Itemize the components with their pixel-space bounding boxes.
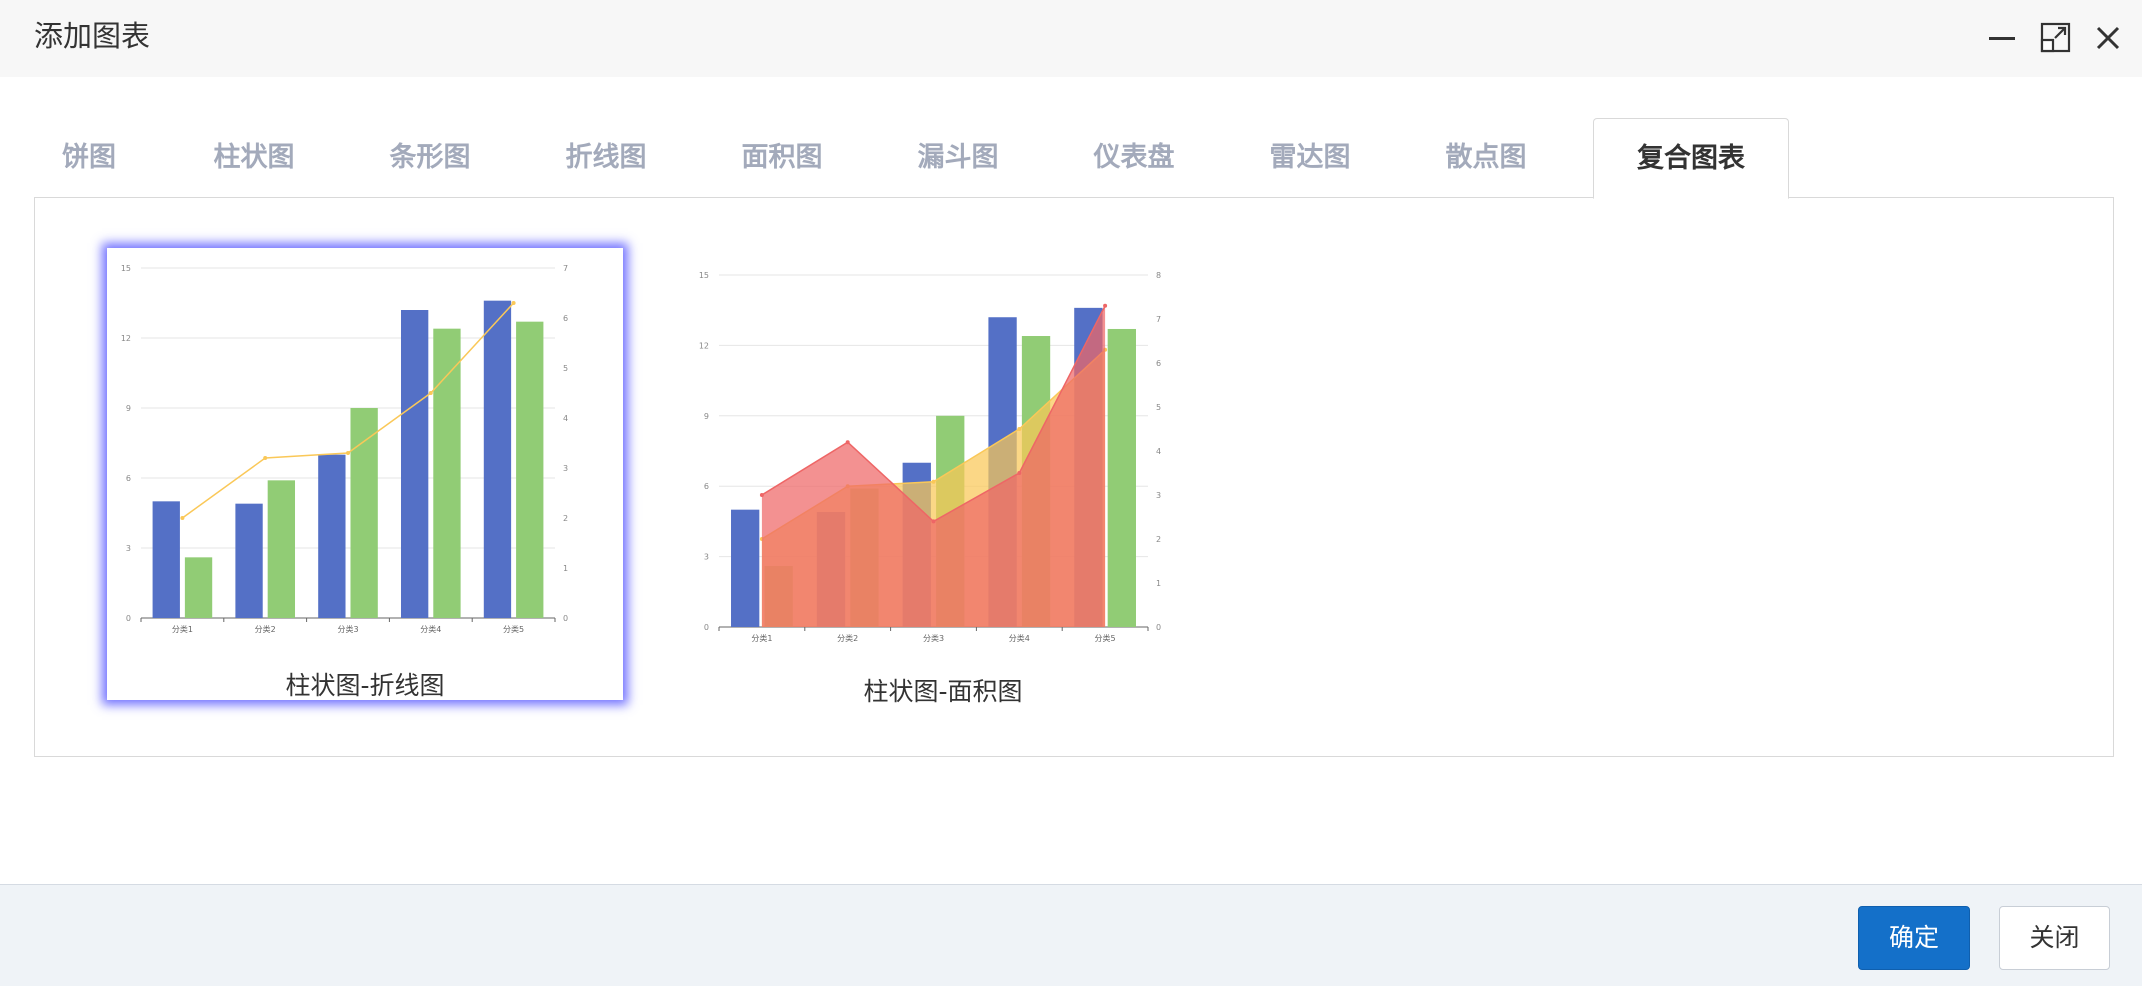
maximize-icon (2040, 22, 2071, 53)
right-axis-tick: 5 (563, 364, 568, 373)
template-card-bar-line[interactable]: 0 3 6 9 12 15 0 1 2 3 4 5 6 7 分类1 分类2 分类3 分类4 分类5 柱状图-折线图 (107, 248, 623, 700)
right-axis-tick: 6 (1156, 359, 1161, 368)
tab-line[interactable]: 折线图 (536, 118, 676, 198)
left-axis-tick: 3 (126, 544, 131, 553)
dialog-footer: 确定 关闭 (0, 884, 2142, 986)
line-point (1017, 427, 1022, 431)
series-line (181, 302, 515, 519)
line-point (931, 519, 936, 524)
left-axis-tick: 9 (704, 412, 709, 421)
bar-area-chart-preview: 03691215012345678分类1 分类2 分类3 分类4 分类5 (699, 271, 1161, 643)
right-axis-tick: 3 (563, 464, 568, 473)
bar (483, 300, 512, 618)
line-point (346, 451, 350, 455)
bar (350, 408, 378, 618)
bar (267, 480, 296, 618)
confirm-button[interactable]: 确定 (1858, 906, 1970, 970)
line-point (1103, 303, 1108, 308)
right-axis-tick: 5 (1156, 403, 1161, 412)
bar (433, 328, 461, 618)
left-axis-tick: 6 (704, 482, 709, 491)
area-fill (761, 305, 1106, 627)
bar (1107, 328, 1136, 627)
right-axis-tick: 0 (563, 614, 568, 623)
category-label: 分类5 (1095, 633, 1116, 643)
category-label: 分类1 (172, 624, 193, 634)
left-axis-tick: 12 (121, 334, 131, 343)
right-axis-tick: 3 (1156, 491, 1161, 500)
tab-gauge[interactable]: 仪表盘 (1064, 118, 1204, 198)
tab-radar[interactable]: 雷达图 (1240, 118, 1380, 198)
bar (516, 321, 544, 618)
right-axis-tick: 7 (563, 264, 568, 273)
tab-pie[interactable]: 饼图 (34, 118, 144, 198)
category-label: 分类4 (420, 624, 441, 634)
tab-funnel[interactable]: 漏斗图 (888, 118, 1028, 198)
maximize-button[interactable] (2038, 20, 2074, 56)
line-point (511, 301, 516, 305)
template-card-bar-area[interactable]: 0 3 6 9 12 15 0 1 2 3 4 5 6 7 8 分类1 分类2 分类3 分类4 分类5 柱状图-面积图 (685, 248, 1201, 708)
dialog-titlebar: 添加图表 (0, 0, 2142, 77)
right-axis-tick: 2 (1156, 535, 1161, 544)
right-axis-tick: 7 (1156, 315, 1161, 324)
left-axis-tick: 3 (704, 553, 709, 562)
right-axis-tick: 4 (563, 414, 568, 423)
right-axis-tick: 2 (563, 514, 568, 523)
minimize-icon (1989, 37, 2015, 40)
bar (184, 557, 213, 618)
left-axis-tick: 12 (699, 341, 709, 350)
right-axis-tick: 1 (563, 564, 568, 573)
left-axis-tick: 0 (126, 614, 131, 623)
right-axis-tick: 1 (1156, 579, 1161, 588)
tab-area[interactable]: 面积图 (712, 118, 852, 198)
dialog-title: 添加图表 (34, 19, 151, 53)
right-axis-tick: 0 (1156, 623, 1161, 632)
tab-column[interactable]: 柱状图 (184, 118, 324, 198)
category-label: 分类3 (923, 633, 944, 643)
line-point (759, 493, 764, 497)
left-axis-tick: 6 (126, 474, 131, 483)
bar (731, 509, 760, 627)
chart-template-panel: 0 3 6 9 12 15 0 1 2 3 4 5 6 7 分类1 分类2 分类3 分类4 分类5 柱状图-折线图 … (34, 197, 2114, 757)
left-axis-tick: 15 (699, 271, 709, 280)
template-card-label: 柱状图-面积图 (863, 677, 1023, 706)
left-axis-tick: 9 (126, 404, 131, 413)
bar (235, 503, 263, 618)
left-axis-tick: 0 (704, 623, 709, 632)
right-axis-tick: 4 (1156, 447, 1161, 456)
close-dialog-button[interactable]: 关闭 (1999, 906, 2110, 970)
bar (318, 454, 346, 618)
chart-type-tabs: 饼图 柱状图 条形图 折线图 面积图 漏斗图 仪表盘 雷达图 散点图 复合图表 (34, 118, 2114, 199)
template-card-label: 柱状图-折线图 (285, 671, 445, 700)
right-axis-tick: 6 (563, 314, 568, 323)
bar (152, 501, 180, 618)
line-point (845, 440, 850, 445)
tab-scatter[interactable]: 散点图 (1416, 118, 1556, 198)
category-label: 分类5 (503, 624, 524, 634)
line-point (428, 391, 433, 395)
minimize-button[interactable] (1984, 20, 2020, 56)
close-icon (2096, 26, 2120, 50)
bar (400, 310, 429, 618)
category-label: 分类1 (751, 633, 772, 643)
bar-line-chart-preview: 0369121501234567分类1 分类2 分类3 分类4 分类5 (121, 264, 568, 634)
line-point (263, 456, 268, 460)
close-button[interactable] (2090, 20, 2126, 56)
line-point (931, 479, 936, 484)
category-label: 分类2 (837, 633, 858, 643)
category-label: 分类4 (1009, 633, 1030, 643)
category-label: 分类3 (337, 624, 358, 634)
tab-bar[interactable]: 条形图 (360, 118, 500, 198)
left-axis-tick: 15 (121, 264, 131, 273)
tab-composite[interactable]: 复合图表 (1593, 118, 1789, 199)
right-axis-tick: 8 (1156, 271, 1161, 280)
line-point (180, 516, 185, 520)
line-point (1017, 471, 1022, 475)
category-label: 分类2 (255, 624, 276, 634)
